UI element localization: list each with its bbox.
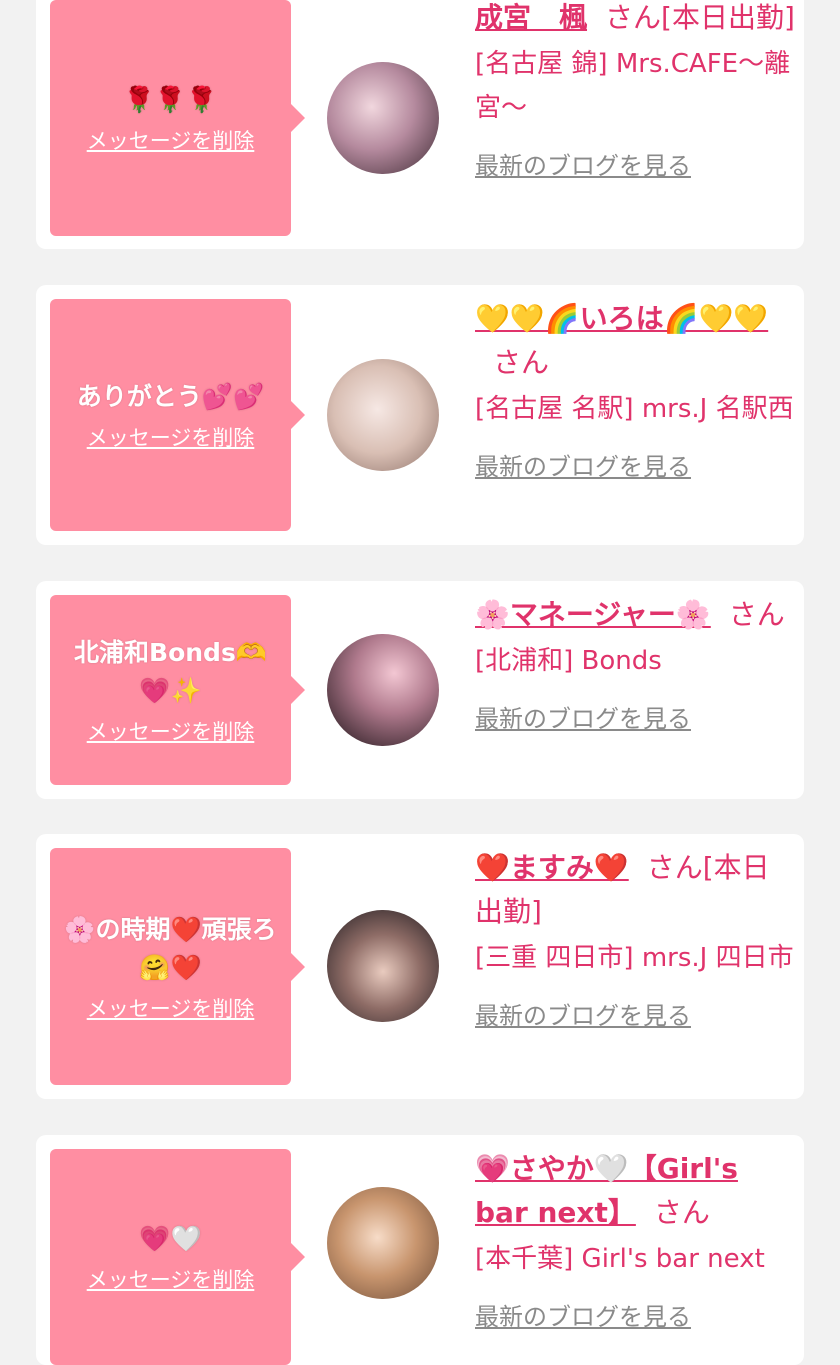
delete-message-link[interactable]: メッセージを削除: [87, 1264, 255, 1294]
honorific-status: さん: [728, 598, 785, 631]
favorite-card: 💗🤍 メッセージを削除 💗さやか🤍【Girl's bar next】 さん [本千…: [36, 1135, 804, 1365]
favorite-card: 🌸の時期❤️頑張ろ🤗❤️ メッセージを削除 ❤️ますみ❤️ さん[本日出勤] [三…: [36, 834, 804, 1099]
honorific-status: さん: [653, 1196, 710, 1229]
profile-name-link[interactable]: 💛💛🌈いろは🌈💛💛: [475, 302, 768, 335]
delete-message-link[interactable]: メッセージを削除: [87, 422, 255, 452]
latest-blog-link[interactable]: 最新のブログを見る: [475, 146, 691, 181]
message-bubble: 💗🤍 メッセージを削除: [50, 1149, 305, 1365]
shop-info: [名古屋 錦] Mrs.CAFE～離宮～: [475, 49, 791, 123]
profile-name-link[interactable]: 成宮 楓: [475, 1, 587, 34]
message-bubble: 北浦和Bonds🫶💗✨ メッセージを削除: [50, 595, 305, 785]
honorific-status: さん[本日出勤]: [605, 1, 795, 34]
latest-blog-link[interactable]: 最新のブログを見る: [475, 699, 691, 734]
avatar[interactable]: [327, 634, 439, 746]
latest-blog-link[interactable]: 最新のブログを見る: [475, 1297, 691, 1332]
profile-info: 🌸マネージャー🌸 さん [北浦和] Bonds 最新のブログを見る: [475, 593, 797, 734]
latest-blog-link[interactable]: 最新のブログを見る: [475, 447, 691, 482]
profile-name-link[interactable]: 🌸マネージャー🌸: [475, 598, 711, 631]
favorite-card: 北浦和Bonds🫶💗✨ メッセージを削除 🌸マネージャー🌸 さん [北浦和] Bo…: [36, 581, 804, 799]
message-text: 🌹🌹🌹: [123, 85, 218, 114]
message-bubble: 🌸の時期❤️頑張ろ🤗❤️ メッセージを削除: [50, 848, 305, 1085]
profile-info: 成宮 楓さん[本日出勤] [名古屋 錦] Mrs.CAFE～離宮～ 最新のブログ…: [475, 0, 797, 181]
favorite-card: ありがとう💕💕 メッセージを削除 💛💛🌈いろは🌈💛💛 さん [名古屋 名駅] mr…: [36, 285, 804, 545]
name-line: 🌸マネージャー🌸 さん: [475, 593, 797, 637]
honorific-status: さん: [493, 346, 550, 379]
delete-message-link[interactable]: メッセージを削除: [87, 125, 255, 155]
delete-message-link[interactable]: メッセージを削除: [87, 716, 255, 746]
message-bubble: ありがとう💕💕 メッセージを削除: [50, 299, 305, 531]
avatar[interactable]: [327, 910, 439, 1022]
message-text: 🌸の時期❤️頑張ろ🤗❤️: [64, 914, 277, 982]
shop-info: [北浦和] Bonds: [475, 646, 662, 676]
name-line: ❤️ますみ❤️ さん[本日出勤]: [475, 846, 797, 934]
profile-info: 💛💛🌈いろは🌈💛💛 さん [名古屋 名駅] mrs.J 名駅西 最新のブログを見る: [475, 297, 797, 482]
name-line: 💗さやか🤍【Girl's bar next】 さん: [475, 1147, 797, 1235]
avatar[interactable]: [327, 1187, 439, 1299]
name-line: 💛💛🌈いろは🌈💛💛 さん: [475, 297, 797, 385]
profile-name-link[interactable]: ❤️ますみ❤️: [475, 851, 629, 884]
delete-message-link[interactable]: メッセージを削除: [87, 993, 255, 1023]
shop-info: [本千葉] Girl's bar next: [475, 1244, 765, 1274]
shop-info: [三重 四日市] mrs.J 四日市: [475, 943, 794, 973]
favorite-card: 🌹🌹🌹 メッセージを削除 成宮 楓さん[本日出勤] [名古屋 錦] Mrs.CA…: [36, 0, 804, 249]
message-text: ありがとう💕💕: [76, 382, 265, 411]
profile-info: 💗さやか🤍【Girl's bar next】 さん [本千葉] Girl's ba…: [475, 1147, 797, 1332]
message-bubble: 🌹🌹🌹 メッセージを削除: [50, 0, 305, 236]
name-line: 成宮 楓さん[本日出勤]: [475, 0, 797, 40]
message-text: 北浦和Bonds🫶💗✨: [74, 638, 267, 705]
latest-blog-link[interactable]: 最新のブログを見る: [475, 996, 691, 1031]
profile-info: ❤️ますみ❤️ さん[本日出勤] [三重 四日市] mrs.J 四日市 最新のブロ…: [475, 846, 797, 1031]
message-text: 💗🤍: [139, 1224, 202, 1253]
avatar[interactable]: [327, 359, 439, 471]
favorite-list: 🌹🌹🌹 メッセージを削除 成宮 楓さん[本日出勤] [名古屋 錦] Mrs.CA…: [0, 0, 840, 1365]
shop-info: [名古屋 名駅] mrs.J 名駅西: [475, 394, 794, 424]
avatar[interactable]: [327, 62, 439, 174]
